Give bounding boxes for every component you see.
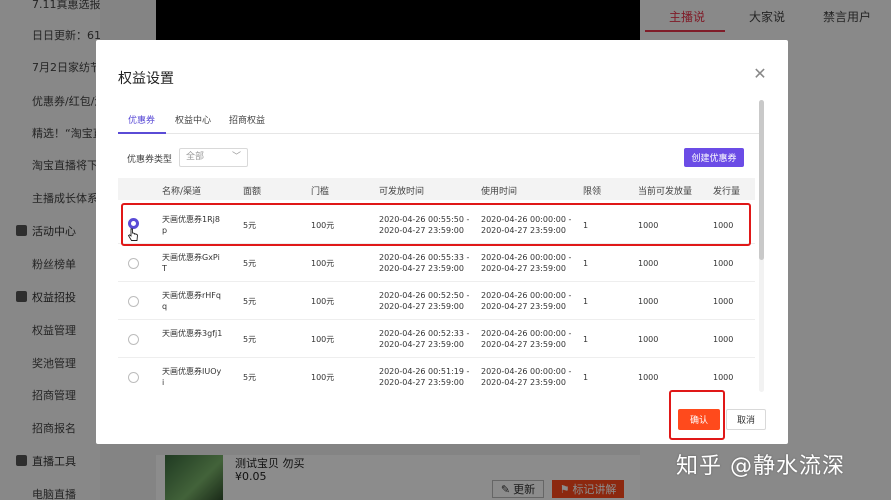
coupon-name: 天画优惠券3gfj1 — [162, 329, 223, 338]
tab-merchant-rights[interactable]: 招商权益 — [229, 113, 265, 126]
issue-time-start: 2020-04-26 00:52:33 - — [379, 329, 470, 338]
coupon-type-value: 全部 — [186, 152, 205, 162]
total-count: 1000 — [713, 259, 734, 268]
column-header: 当前可发放量 — [638, 187, 693, 197]
issue-time-end: 2020-04-27 23:59:00 — [379, 264, 464, 273]
coupon-amount: 5元 — [243, 335, 257, 344]
chevron-down-icon: ﹀ — [231, 152, 241, 162]
coupon-threshold: 100元 — [311, 373, 335, 382]
claim-limit: 1 — [583, 297, 589, 306]
use-time-start: 2020-04-26 00:00:00 - — [481, 367, 572, 376]
coupon-threshold: 100元 — [311, 259, 335, 268]
selected-row-highlight — [121, 203, 751, 246]
create-coupon-button[interactable]: 创建优惠券 — [684, 148, 744, 167]
use-time-start: 2020-04-26 00:00:00 - — [481, 253, 572, 262]
close-icon[interactable]: ✕ — [752, 66, 768, 82]
dialog-tabs: 优惠券 权益中心 招商权益 — [118, 100, 763, 134]
issue-time-start: 2020-04-26 00:52:50 - — [379, 291, 470, 300]
row-radio[interactable] — [128, 334, 139, 345]
table-scrollbar-thumb[interactable] — [759, 100, 764, 260]
available-count: 1000 — [638, 373, 659, 382]
column-header: 发行量 — [713, 187, 741, 197]
issue-time-start: 2020-04-26 00:51:19 - — [379, 367, 470, 376]
issue-time-end: 2020-04-27 23:59:00 — [379, 302, 464, 311]
column-header: 限领 — [583, 187, 602, 197]
total-count: 1000 — [713, 297, 734, 306]
issue-time-start: 2020-04-26 00:55:33 - — [379, 253, 470, 262]
claim-limit: 1 — [583, 259, 589, 268]
row-radio[interactable] — [128, 258, 139, 269]
use-time-end: 2020-04-27 23:59:00 — [481, 340, 566, 349]
dialog-title: 权益设置 — [118, 71, 174, 87]
coupon-threshold: 100元 — [311, 297, 335, 306]
coupon-type-label: 优惠券类型 — [127, 155, 173, 165]
tab-indicator — [118, 132, 166, 134]
coupon-name-cont: i — [162, 378, 165, 387]
column-header: 名称/渠道 — [162, 187, 202, 197]
coupon-name: 天画优惠券GxPi — [162, 253, 220, 262]
confirm-button[interactable]: 确认 — [678, 409, 720, 430]
tab-coupon[interactable]: 优惠券 — [128, 113, 155, 126]
table-row[interactable]: 天画优惠券rHFq q 5元 100元 2020-04-26 00:52:50 … — [118, 282, 755, 320]
watermark-text: 知乎 @静水流深 — [676, 454, 845, 479]
issue-time-end: 2020-04-27 23:59:00 — [379, 378, 464, 387]
available-count: 1000 — [638, 297, 659, 306]
column-header: 面额 — [243, 187, 262, 197]
use-time-end: 2020-04-27 23:59:00 — [481, 302, 566, 311]
coupon-name-cont: q — [162, 302, 168, 311]
row-radio[interactable] — [128, 296, 139, 307]
claim-limit: 1 — [583, 373, 589, 382]
coupon-name: 天画优惠券rHFq — [162, 291, 221, 300]
coupon-amount: 5元 — [243, 297, 257, 306]
table-row[interactable]: 天画优惠券3gfj1 5元 100元 2020-04-26 00:52:33 -… — [118, 320, 755, 358]
available-count: 1000 — [638, 259, 659, 268]
coupon-type-select[interactable]: 全部 ﹀ — [179, 148, 248, 167]
use-time-start: 2020-04-26 00:00:00 - — [481, 329, 572, 338]
tab-rights-center[interactable]: 权益中心 — [175, 113, 211, 126]
total-count: 1000 — [713, 373, 734, 382]
issue-time-end: 2020-04-27 23:59:00 — [379, 340, 464, 349]
coupon-name-cont: T — [162, 264, 167, 273]
coupon-threshold: 100元 — [311, 335, 335, 344]
coupon-amount: 5元 — [243, 373, 257, 382]
use-time-end: 2020-04-27 23:59:00 — [481, 264, 566, 273]
use-time-end: 2020-04-27 23:59:00 — [481, 378, 566, 387]
table-row[interactable]: 天画优惠券IUOy i 5元 100元 2020-04-26 00:51:19 … — [118, 358, 755, 392]
coupon-name: 天画优惠券IUOy — [162, 367, 222, 376]
table-row[interactable]: 天画优惠券GxPi T 5元 100元 2020-04-26 00:55:33 … — [118, 244, 755, 282]
use-time-start: 2020-04-26 00:00:00 - — [481, 291, 572, 300]
column-header: 门槛 — [311, 187, 330, 197]
total-count: 1000 — [713, 335, 734, 344]
column-header: 使用时间 — [481, 187, 518, 197]
row-radio[interactable] — [128, 372, 139, 383]
claim-limit: 1 — [583, 335, 589, 344]
table-header: 名称/渠道 面额 门槛 可发放时间 使用时间 限领 当前可发放量 发行量 — [118, 178, 755, 200]
coupon-amount: 5元 — [243, 259, 257, 268]
column-header: 可发放时间 — [379, 187, 425, 197]
available-count: 1000 — [638, 335, 659, 344]
cancel-button[interactable]: 取消 — [726, 409, 766, 430]
